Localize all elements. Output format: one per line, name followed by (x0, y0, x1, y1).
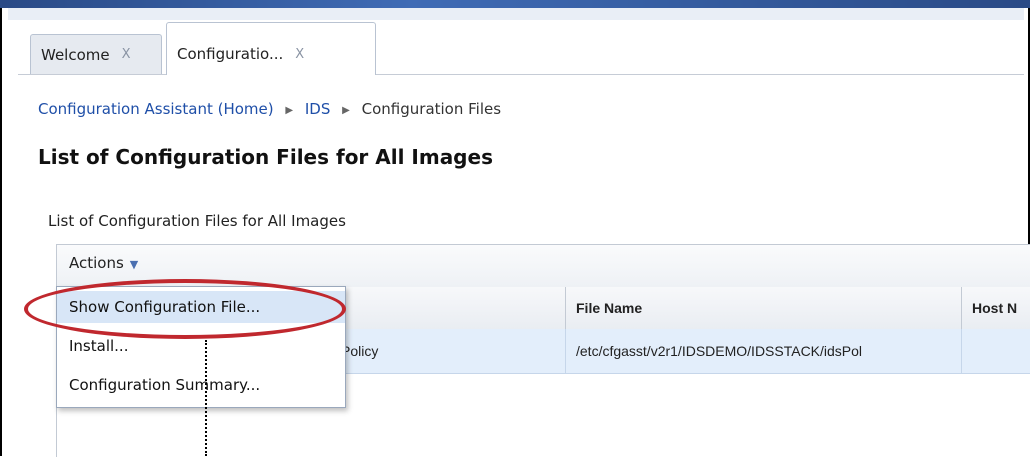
tab-label: Configuratio... (177, 45, 284, 63)
title-strip (8, 8, 1024, 20)
breadcrumb: Configuration Assistant (Home) ▶ IDS ▶ C… (38, 100, 501, 118)
chevron-down-icon: ▼ (129, 258, 139, 271)
close-icon[interactable]: X (122, 47, 131, 62)
menu-item-configuration-summary[interactable]: Configuration Summary... (57, 369, 345, 401)
tab-configuration[interactable]: Configuratio... X (166, 22, 376, 75)
breadcrumb-current: Configuration Files (361, 100, 502, 118)
cell-file-name: /etc/cfgasst/v2r1/IDSDEMO/IDSSTACK/idsPo… (565, 329, 961, 373)
actions-label: Actions (69, 254, 124, 272)
table-caption: List of Configuration Files for All Imag… (48, 212, 346, 230)
cell-host-name (961, 329, 1030, 373)
window-top-band (0, 0, 1030, 8)
tab-label: Welcome (41, 45, 110, 64)
column-header-file-name[interactable]: File Name (565, 287, 961, 329)
tab-welcome[interactable]: Welcome X (30, 34, 162, 74)
breadcrumb-ids-link[interactable]: IDS (305, 100, 331, 118)
column-header-host-name[interactable]: Host N (961, 287, 1030, 329)
menu-item-show-configuration-file[interactable]: Show Configuration File... (57, 291, 345, 323)
actions-menu-button[interactable]: Actions ▼ (69, 254, 138, 272)
breadcrumb-separator-icon: ▶ (342, 105, 350, 116)
breadcrumb-home-link[interactable]: Configuration Assistant (Home) (38, 100, 274, 118)
actions-dropdown-menu: Show Configuration File... Install... Co… (56, 286, 346, 408)
table-toolbar: Actions ▼ (57, 245, 1030, 288)
close-icon[interactable]: X (295, 47, 304, 62)
annotation-dotted-line (205, 340, 207, 456)
breadcrumb-separator-icon: ▶ (285, 105, 294, 116)
menu-item-install[interactable]: Install... (57, 330, 345, 362)
page-title: List of Configuration Files for All Imag… (38, 145, 493, 169)
tab-bar: Welcome X Configuratio... X (18, 20, 1024, 75)
